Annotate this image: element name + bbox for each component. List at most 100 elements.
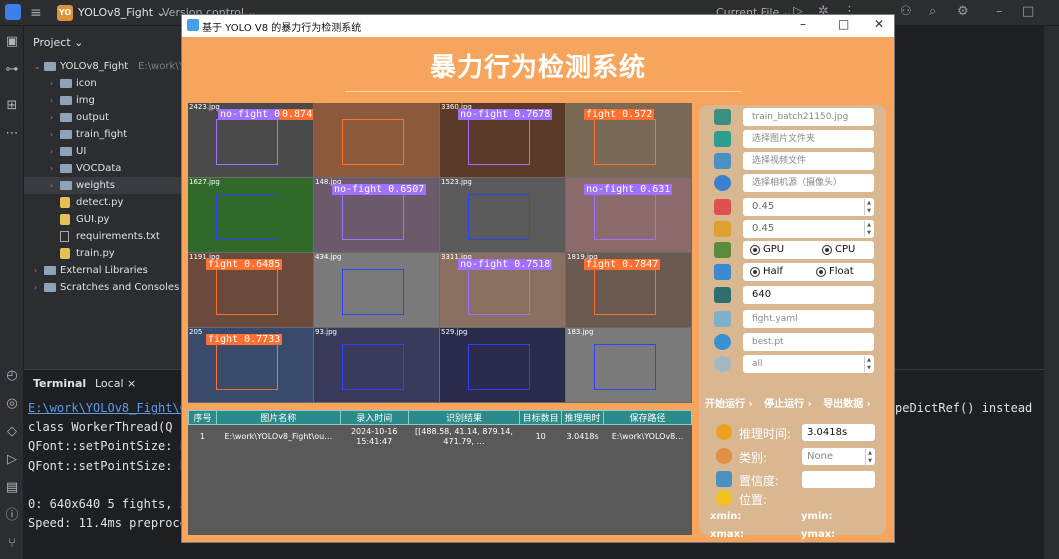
tile-file-name: 93.jpg <box>315 328 337 336</box>
stop-button[interactable]: 停止运行 › <box>764 399 812 410</box>
tree-item[interactable]: detect.py <box>24 194 184 211</box>
tree-item[interactable]: requirements.txt <box>24 228 184 245</box>
tree-item[interactable]: train.py <box>24 245 184 262</box>
tree-item-label: External Libraries <box>60 265 148 276</box>
dropdown-arrow-icon[interactable]: ▲ ▼ <box>865 449 874 465</box>
tile-file-name: 1627.jpg <box>189 178 220 186</box>
tree-item[interactable]: › weights <box>24 177 184 194</box>
tree-item[interactable]: › icon <box>24 75 184 92</box>
chevron-down-icon[interactable]: ⌄ <box>34 58 41 75</box>
control-panel: train_batch21150.jpg 选择图片文件夹 选择视频文件 选择相机… <box>699 105 886 540</box>
start-button[interactable]: 开始运行 › <box>705 399 753 410</box>
table-cell: 3.0418s <box>566 432 599 441</box>
python-file-icon <box>60 214 70 225</box>
infer-time-value: 3.0418s <box>802 424 875 441</box>
tile-file-name: 205 <box>189 328 203 336</box>
detection-label: no-fight 0.7518 <box>458 259 553 270</box>
cpu-radio[interactable]: CPU <box>819 242 855 258</box>
table-header[interactable]: 录入时间 <box>339 410 409 425</box>
class-icon <box>716 448 732 464</box>
terminal-line-right: peDictRef() instead <box>895 401 1033 415</box>
table-header[interactable]: 保存路径 <box>603 410 692 425</box>
image-path-field[interactable]: train_batch21150.jpg <box>743 108 874 126</box>
table-header[interactable]: 推理用时 <box>561 410 605 425</box>
dropdown-arrow-icon[interactable]: ▲ ▼ <box>864 356 873 372</box>
gpu-radio[interactable]: GPU <box>747 242 784 258</box>
python-packages-icon[interactable]: ◎ <box>4 396 20 412</box>
table-header[interactable]: 识别结果 <box>407 410 521 425</box>
tree-item[interactable]: › img <box>24 92 184 109</box>
problems-icon[interactable]: ⓘ <box>4 508 20 524</box>
layers-icon[interactable]: ◇ <box>4 424 20 440</box>
spin-arrows-icon[interactable]: ▲ ▼ <box>864 199 873 215</box>
minimize-icon[interactable]: – <box>800 17 806 31</box>
tree-item[interactable]: › Scratches and Consoles <box>24 279 184 296</box>
select-camera-button[interactable]: 选择相机源（摄像头） <box>743 174 874 192</box>
python-console-icon[interactable]: ◴ <box>4 368 20 384</box>
main-menu-icon[interactable]: ≡ <box>30 5 42 21</box>
yaml-file-field[interactable]: fight.yaml <box>743 310 874 328</box>
project-badge: YO <box>57 5 73 21</box>
terminal-tab-local[interactable]: Local × <box>95 377 136 390</box>
maximize-icon[interactable]: □ <box>1022 4 1034 19</box>
tree-item[interactable]: › UI <box>24 143 184 160</box>
tree-item[interactable]: GUI.py <box>24 211 184 228</box>
maximize-icon[interactable]: □ <box>838 17 849 31</box>
class-result-select[interactable]: None ▲ ▼ <box>802 448 875 465</box>
chevron-right-icon[interactable]: › <box>50 92 53 109</box>
chevron-right-icon[interactable]: › <box>50 126 53 143</box>
action-bar: 开始运行 › 停止运行 › 导出数据 › <box>705 395 885 410</box>
add-user-icon[interactable]: ⚇ <box>900 4 912 19</box>
xmin-label: xmin: <box>710 511 742 522</box>
terminal-line[interactable]: E:\work\YOLOv8_Fight\G <box>28 401 187 415</box>
more-tools-icon[interactable]: ⋯ <box>4 126 20 142</box>
terminal-line: QFont::setPointSize: P <box>28 439 187 453</box>
iou-spinbox[interactable]: 0.45 ▲ ▼ <box>743 220 874 238</box>
tree-item[interactable]: › output <box>24 109 184 126</box>
chevron-right-icon[interactable]: › <box>50 160 53 177</box>
spin-arrows-icon[interactable]: ▲ ▼ <box>864 221 873 237</box>
table-header[interactable]: 图片名称 <box>215 410 341 425</box>
terminal-tool-icon[interactable]: ▤ <box>4 480 20 496</box>
structure-tool-icon[interactable]: ⊞ <box>4 98 20 114</box>
class-filter-select[interactable]: all ▲ ▼ <box>743 355 874 373</box>
detection-tile: 93.jpg <box>314 328 439 402</box>
project-tree: ⌄ YOLOv8_Fight E:\work\YO › icon › img › output… <box>24 58 192 296</box>
close-icon[interactable]: ✕ <box>874 17 884 31</box>
chevron-right-icon[interactable]: › <box>34 262 37 279</box>
search-icon[interactable]: ⌕ <box>929 4 936 19</box>
commit-tool-icon[interactable]: ⊶ <box>4 62 20 78</box>
table-row[interactable]: 1 E:\work\YOLOv8_Fight\ou… 2024-10-16 15:4… <box>189 425 692 450</box>
float-radio[interactable]: Float <box>813 264 854 280</box>
weights-file-field[interactable]: best.pt <box>743 333 874 351</box>
services-icon[interactable]: ▷ <box>4 452 20 468</box>
tree-item-label: GUI.py <box>76 214 110 225</box>
minimize-icon[interactable]: – <box>996 4 1003 19</box>
half-radio[interactable]: Half <box>747 264 783 280</box>
export-button[interactable]: 导出数据 › <box>823 399 871 410</box>
select-folder-button[interactable]: 选择图片文件夹 <box>743 130 874 148</box>
chevron-right-icon[interactable]: › <box>50 177 53 194</box>
project-switcher[interactable]: YOLOv8_Fight ⌄ <box>78 6 166 19</box>
confidence-spinbox[interactable]: 0.45 ▲ ▼ <box>743 198 874 216</box>
image-size-field[interactable]: 640 <box>743 286 874 304</box>
detection-tile: 1523.jpg <box>440 178 565 252</box>
select-video-button[interactable]: 选择视频文件 <box>743 152 874 170</box>
project-tool-icon[interactable]: ▣ <box>4 34 20 50</box>
tree-item[interactable]: ⌄ YOLOv8_Fight E:\work\YO <box>24 58 192 75</box>
tree-item-label: VOCData <box>76 163 122 174</box>
chevron-right-icon[interactable]: › <box>50 75 53 92</box>
settings-gear-icon[interactable]: ⚙ <box>957 4 969 19</box>
chevron-right-icon[interactable]: › <box>50 143 53 160</box>
chevron-right-icon[interactable]: › <box>50 109 53 126</box>
tree-item[interactable]: › VOCData <box>24 160 184 177</box>
git-icon[interactable]: ⑂ <box>4 536 20 552</box>
project-panel-header[interactable]: Project ⌄ <box>33 36 83 49</box>
chevron-right-icon[interactable]: › <box>34 279 37 296</box>
table-header[interactable]: 目标数目 <box>519 410 563 425</box>
table-header[interactable]: 序号 <box>188 410 217 425</box>
terminal-line: QFont::setPointSize: P <box>28 459 187 473</box>
detection-tile: 205 fight 0.7733 <box>188 328 313 402</box>
tree-item[interactable]: › External Libraries <box>24 262 184 279</box>
tree-item[interactable]: › train_fight <box>24 126 184 143</box>
